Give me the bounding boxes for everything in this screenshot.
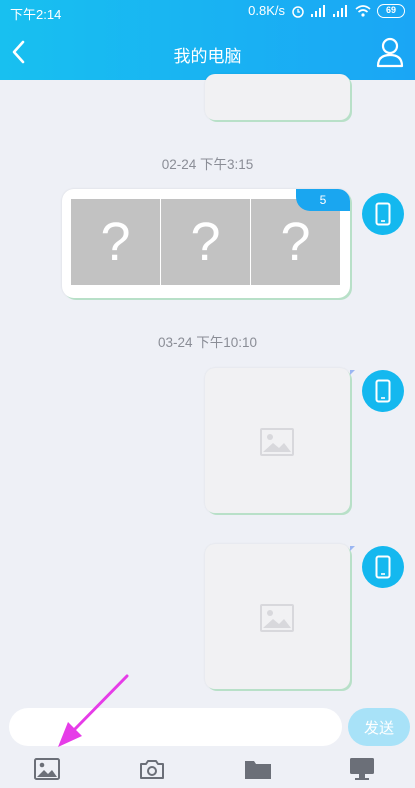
- file-message-bubble[interactable]: ? ? ? 5: [62, 189, 350, 298]
- signal-icon-2: [333, 4, 347, 17]
- bubble-tail: [350, 370, 355, 375]
- unknown-file-thumbnail[interactable]: ?: [71, 199, 160, 285]
- header: 下午2:14 0.8K/s 69 我的电脑: [0, 0, 415, 80]
- image-message-bubble[interactable]: [205, 74, 350, 120]
- image-message-bubble[interactable]: [205, 544, 350, 689]
- device-avatar[interactable]: [362, 370, 404, 412]
- wifi-icon: [355, 4, 371, 17]
- phone-icon: [375, 202, 391, 226]
- camera-button[interactable]: [137, 756, 167, 782]
- status-time: 下午2:14: [10, 7, 62, 22]
- status-bar: 下午2:14 0.8K/s 69: [0, 0, 415, 24]
- message-timestamp: 03-24 下午10:10: [157, 335, 258, 350]
- computer-button[interactable]: [347, 756, 377, 782]
- message-input[interactable]: [9, 708, 342, 746]
- page-title: 我的电脑: [173, 47, 242, 66]
- phone-icon: [375, 555, 391, 579]
- battery-indicator: 69: [377, 3, 405, 18]
- net-speed: 0.8K/s: [248, 3, 285, 18]
- file-count-badge: 5: [296, 189, 350, 211]
- bottom-toolbar: [0, 750, 415, 788]
- image-placeholder-icon: [260, 428, 294, 456]
- device-avatar[interactable]: [362, 546, 404, 588]
- image-placeholder-icon: [260, 604, 294, 632]
- user-button[interactable]: [375, 36, 405, 68]
- user-icon: [376, 37, 404, 68]
- composer: 发送: [0, 700, 415, 750]
- device-avatar[interactable]: [362, 193, 404, 235]
- computer-icon: [350, 758, 374, 780]
- send-button[interactable]: 发送: [348, 708, 410, 746]
- nav-bar: 我的电脑: [0, 24, 415, 80]
- image-icon: [34, 758, 60, 780]
- signal-icon: [311, 4, 325, 17]
- unknown-file-thumbnail[interactable]: ?: [251, 199, 340, 285]
- message-timestamp: 02-24 下午3:15: [161, 157, 254, 172]
- folder-button[interactable]: [243, 756, 273, 782]
- image-message-bubble[interactable]: [205, 368, 350, 513]
- alarm-icon: [292, 5, 304, 18]
- unknown-file-thumbnail[interactable]: ?: [161, 199, 250, 285]
- phone-icon: [375, 379, 391, 403]
- camera-icon: [140, 760, 164, 779]
- bubble-tail: [350, 546, 355, 551]
- folder-icon: [245, 761, 271, 779]
- image-button[interactable]: [32, 756, 62, 782]
- status-indicators: 0.8K/s 69: [248, 3, 405, 18]
